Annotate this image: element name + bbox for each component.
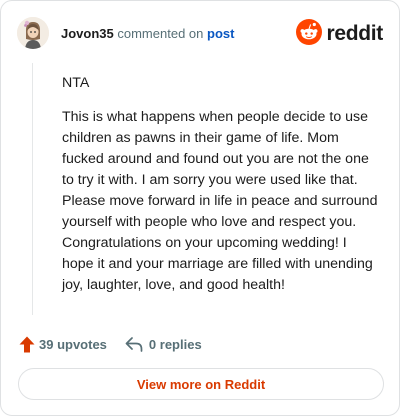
username-link[interactable]: Jovon35: [61, 26, 114, 41]
comment-header: Jovon35 commented on post reddit: [17, 17, 383, 53]
upvote-button[interactable]: 39 upvotes: [19, 336, 107, 353]
comment-body: NTA This is what happens when people dec…: [62, 73, 380, 309]
thread-line: [32, 63, 33, 315]
avatar-icon[interactable]: [17, 17, 49, 49]
post-link[interactable]: post: [207, 26, 234, 41]
reddit-brand[interactable]: reddit: [296, 18, 383, 50]
reply-count: 0 replies: [148, 336, 202, 352]
view-more-button[interactable]: View more on Reddit: [18, 368, 384, 400]
comment-actions: 39 upvotes 0 replies: [19, 334, 202, 354]
comment-paragraph: NTA: [62, 75, 90, 91]
comment-paragraph: This is what happens when people decide …: [62, 109, 378, 293]
reddit-wordmark: reddit: [326, 22, 383, 45]
view-more-label: View more on Reddit: [136, 376, 266, 392]
comment-meta: Jovon35 commented on post: [61, 26, 234, 41]
upvote-arrow-icon: [19, 336, 35, 353]
reply-arrow-icon: [125, 336, 143, 352]
reply-button[interactable]: 0 replies: [125, 336, 202, 352]
reddit-logo-icon: [296, 18, 323, 50]
embedded-comment-card: Jovon35 commented on post reddit NTA Thi…: [0, 0, 400, 416]
upvote-count: 39 upvotes: [39, 336, 107, 352]
commented-on-text: commented on: [117, 26, 204, 41]
